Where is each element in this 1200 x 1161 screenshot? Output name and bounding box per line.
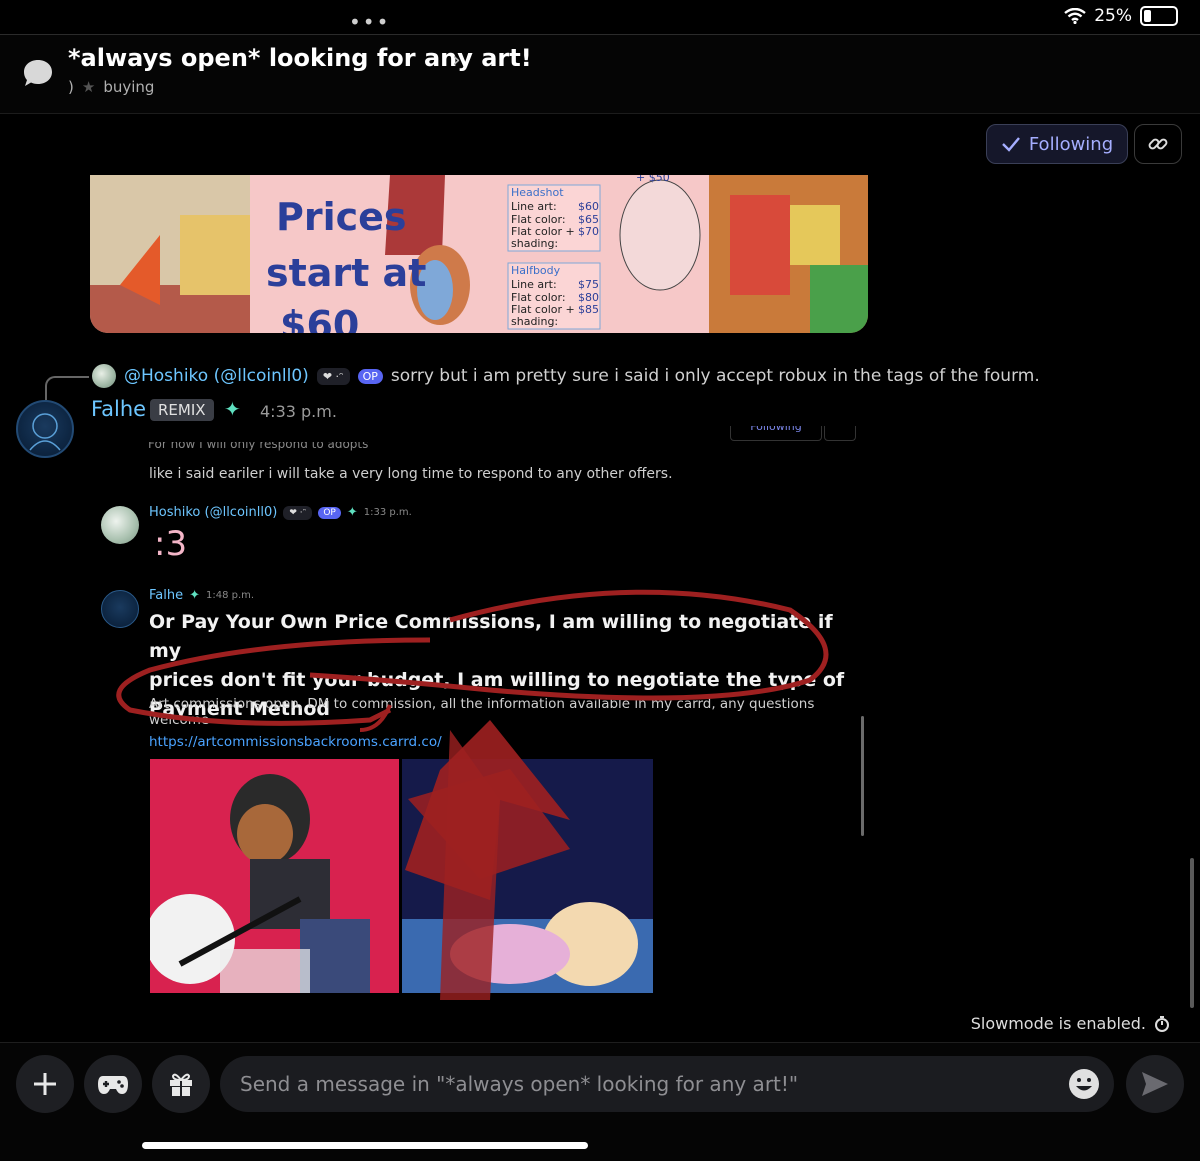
avatar[interactable]	[92, 364, 116, 388]
reply-connector	[45, 376, 89, 400]
star-icon: ★	[81, 78, 96, 96]
battery-icon	[1140, 6, 1178, 26]
halfbody-rows: Line art: $75 Flat color: $80 Flat color +…	[511, 278, 599, 328]
author-name[interactable]: Falhe	[91, 397, 146, 421]
reply-reference[interactable]: @Hoshiko (@llcoinll0) ❤ ·ᵔ OP sorry but …	[92, 364, 1040, 388]
emoji-icon[interactable]	[1068, 1068, 1100, 1100]
chevron-right-icon[interactable]: ›	[452, 48, 461, 73]
halfbody-title: Halfbody	[511, 264, 561, 277]
checkmark-icon	[1001, 137, 1020, 152]
following-label: Following	[1028, 133, 1114, 155]
sparkle-icon: ✦	[224, 397, 241, 421]
link-icon	[1148, 138, 1168, 150]
thread-chat-icon	[24, 60, 52, 86]
halfbody-row: Line art: $75	[511, 278, 599, 291]
tag-paren: )	[68, 78, 74, 96]
avatar[interactable]	[16, 400, 74, 458]
op-badge: OP	[318, 506, 341, 519]
headshot-row: Line art: $60	[511, 200, 599, 213]
window-dots[interactable]: •••	[349, 10, 390, 34]
timer-icon	[1155, 1015, 1169, 1032]
status-bar-right: 25%	[1064, 6, 1178, 26]
avatar	[101, 506, 139, 544]
price-headline-2: start at	[266, 251, 427, 295]
gift-icon	[170, 1073, 192, 1096]
message-header: Hoshiko (@llcoinll0) ❤ ·ᵔ OP ✦ 1:33 p.m.	[149, 505, 412, 520]
message-input[interactable]	[220, 1071, 1068, 1097]
slowmode-notice: Slowmode is enabled.	[971, 1014, 1170, 1033]
headshot-row: Flat color + shading: $70	[511, 225, 599, 250]
message-time: 1:33 p.m.	[363, 507, 412, 518]
wifi-icon	[1064, 8, 1086, 24]
emoticon-message: :3	[154, 524, 188, 564]
message-input-container[interactable]	[220, 1056, 1114, 1112]
message-time: 4:33 p.m.	[260, 402, 337, 421]
reply-mention[interactable]: @Hoshiko (@llcoinll0)	[124, 366, 309, 386]
copy-link-button[interactable]	[1134, 124, 1182, 164]
home-indicator	[142, 1142, 588, 1149]
price-headline-3: $60	[280, 303, 360, 333]
thread-tags: ) ★ buying	[68, 78, 154, 96]
add-button[interactable]	[16, 1055, 74, 1113]
scrollbar[interactable]	[1190, 858, 1194, 1008]
plus-icon	[34, 1073, 56, 1095]
remix-badge: REMIX	[150, 399, 214, 421]
gift-button[interactable]	[152, 1055, 210, 1113]
send-button[interactable]	[1126, 1055, 1184, 1113]
battery-percent: 25%	[1094, 6, 1132, 26]
tag-buying[interactable]: buying	[103, 78, 154, 96]
price-headline-1: Prices	[276, 195, 407, 239]
price-addon: + $50	[636, 175, 670, 184]
send-icon	[1142, 1072, 1168, 1096]
activities-button[interactable]	[84, 1055, 142, 1113]
gamepad-icon	[98, 1076, 128, 1094]
profile-badge: ❤ ·ᵔ	[283, 505, 313, 520]
price-sheet-image[interactable]: Prices start at $60 + $50 Headshot Line …	[90, 175, 868, 333]
slowmode-text: Slowmode is enabled.	[970, 1014, 1146, 1033]
following-button[interactable]: Following	[986, 124, 1128, 164]
message-line: like i said eariler i will take a very l…	[149, 466, 673, 482]
headshot-title: Headshot	[511, 186, 564, 199]
cut-following-button: Following	[730, 426, 822, 441]
embed-scrollbar[interactable]	[861, 716, 864, 836]
reply-text: sorry but i am pretty sure i said i only…	[390, 366, 1040, 386]
profile-badge: ❤ ·ᵔ	[316, 367, 350, 385]
cut-off-line: For now I will only respond to adopts	[148, 442, 369, 451]
thread-title[interactable]: *always open* looking for any art!	[68, 44, 532, 72]
cut-link-button	[824, 426, 856, 441]
op-badge: OP	[357, 368, 383, 384]
author-name: Hoshiko (@llcoinll0)	[149, 505, 278, 520]
headshot-rows: Line art: $60 Flat color: $65 Flat color +…	[511, 200, 599, 250]
red-scribble-annotation	[116, 589, 829, 1000]
halfbody-row: Flat color + shading: $85	[511, 303, 599, 328]
sparkle-icon: ✦	[346, 505, 358, 520]
